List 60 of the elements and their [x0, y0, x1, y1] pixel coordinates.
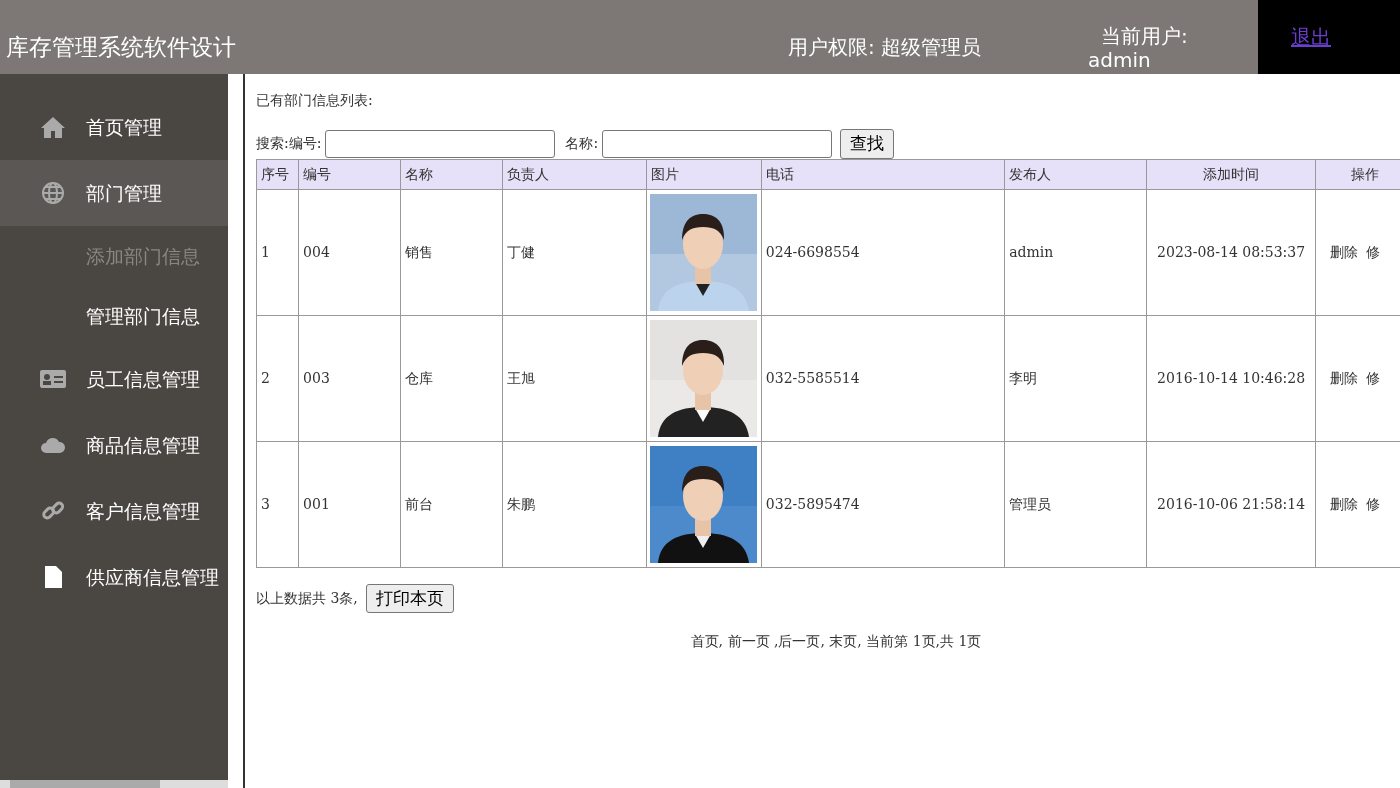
- pagination-text: 首页, 前一页 ,后一页, 末页, 当前第 1页,共 1页: [690, 633, 982, 649]
- globe-icon: [40, 181, 66, 205]
- record-count: 以上数据共 3条,: [256, 588, 358, 608]
- user-role: 用户权限: 超级管理员: [788, 34, 983, 61]
- column-header: 发布人: [1004, 159, 1147, 189]
- sidebar-item[interactable]: 员工信息管理: [0, 346, 228, 412]
- column-header: 图片: [646, 159, 762, 189]
- scrollbar[interactable]: [0, 780, 228, 788]
- table-cell: 李明: [1009, 369, 1038, 386]
- username: admin: [1088, 48, 1151, 72]
- table-cell: 管理员: [1009, 495, 1052, 512]
- table-cell: 032-5895474: [765, 495, 860, 512]
- table-cell: 销售: [405, 243, 434, 260]
- house-icon: [40, 115, 66, 139]
- table-cell: 1: [261, 243, 270, 260]
- code-input-field[interactable]: [325, 129, 556, 158]
- app-title: 库存管理系统软件设计: [5, 32, 237, 62]
- table-cell: 2: [261, 369, 270, 386]
- table-cell: 003: [303, 369, 330, 386]
- name-label: 名称:: [565, 134, 599, 154]
- column-header: 序号: [256, 159, 299, 189]
- table-cell: 032-5585514: [765, 369, 860, 386]
- column-header: 名称: [400, 159, 503, 189]
- table-cell: 024-6698554: [765, 243, 860, 260]
- sidebar-item[interactable]: 客户信息管理: [0, 478, 228, 544]
- table-cell: 前台: [405, 495, 434, 512]
- list-heading: 已有部门信息列表:: [256, 91, 373, 110]
- column-header: 负责人: [502, 159, 647, 189]
- table-cell: 王旭: [507, 369, 536, 386]
- delete-link[interactable]: 删除: [1329, 243, 1358, 260]
- column-header: 添加时间: [1146, 159, 1316, 189]
- table-cell: 004: [303, 243, 330, 260]
- table-cell: 2016-10-14 10:46:28: [1157, 369, 1306, 386]
- table-cell: 仓库: [405, 369, 434, 386]
- table-cell: admin: [1009, 243, 1054, 260]
- column-header: 电话: [761, 159, 1005, 189]
- sidebar-item[interactable]: 商品信息管理: [0, 412, 228, 478]
- delete-link[interactable]: 删除: [1329, 495, 1358, 512]
- table-cell: 2023-08-14 08:53:37: [1157, 243, 1306, 260]
- table-cell: 001: [303, 495, 330, 512]
- sidebar-item[interactable]: 部门管理: [0, 160, 228, 226]
- column-header: 操作: [1315, 159, 1400, 189]
- search-button[interactable]: 查找: [840, 129, 895, 159]
- name-input-field[interactable]: [602, 129, 833, 158]
- sidebar-item[interactable]: 供应商信息管理: [0, 544, 228, 610]
- table-cell: 丁健: [507, 243, 536, 260]
- table-cell: 3: [261, 495, 270, 512]
- id-card-icon: [40, 367, 66, 391]
- print-button[interactable]: 打印本页: [365, 583, 454, 613]
- user-label: 当前用户:: [1100, 24, 1188, 48]
- table-cell: 2016-10-06 21:58:14: [1157, 495, 1306, 512]
- column-header: 编号: [298, 159, 401, 189]
- table-cell: 朱鹏: [507, 495, 536, 512]
- delete-link[interactable]: 删除: [1329, 369, 1358, 386]
- edit-link[interactable]: 修: [1365, 495, 1380, 512]
- submenu-item[interactable]: 管理部门信息: [0, 286, 228, 346]
- edit-link[interactable]: 修: [1365, 243, 1380, 260]
- sidebar-item[interactable]: 首页管理: [0, 94, 228, 160]
- edit-link[interactable]: 修: [1365, 369, 1380, 386]
- search-label: 搜索:编号:: [256, 134, 322, 154]
